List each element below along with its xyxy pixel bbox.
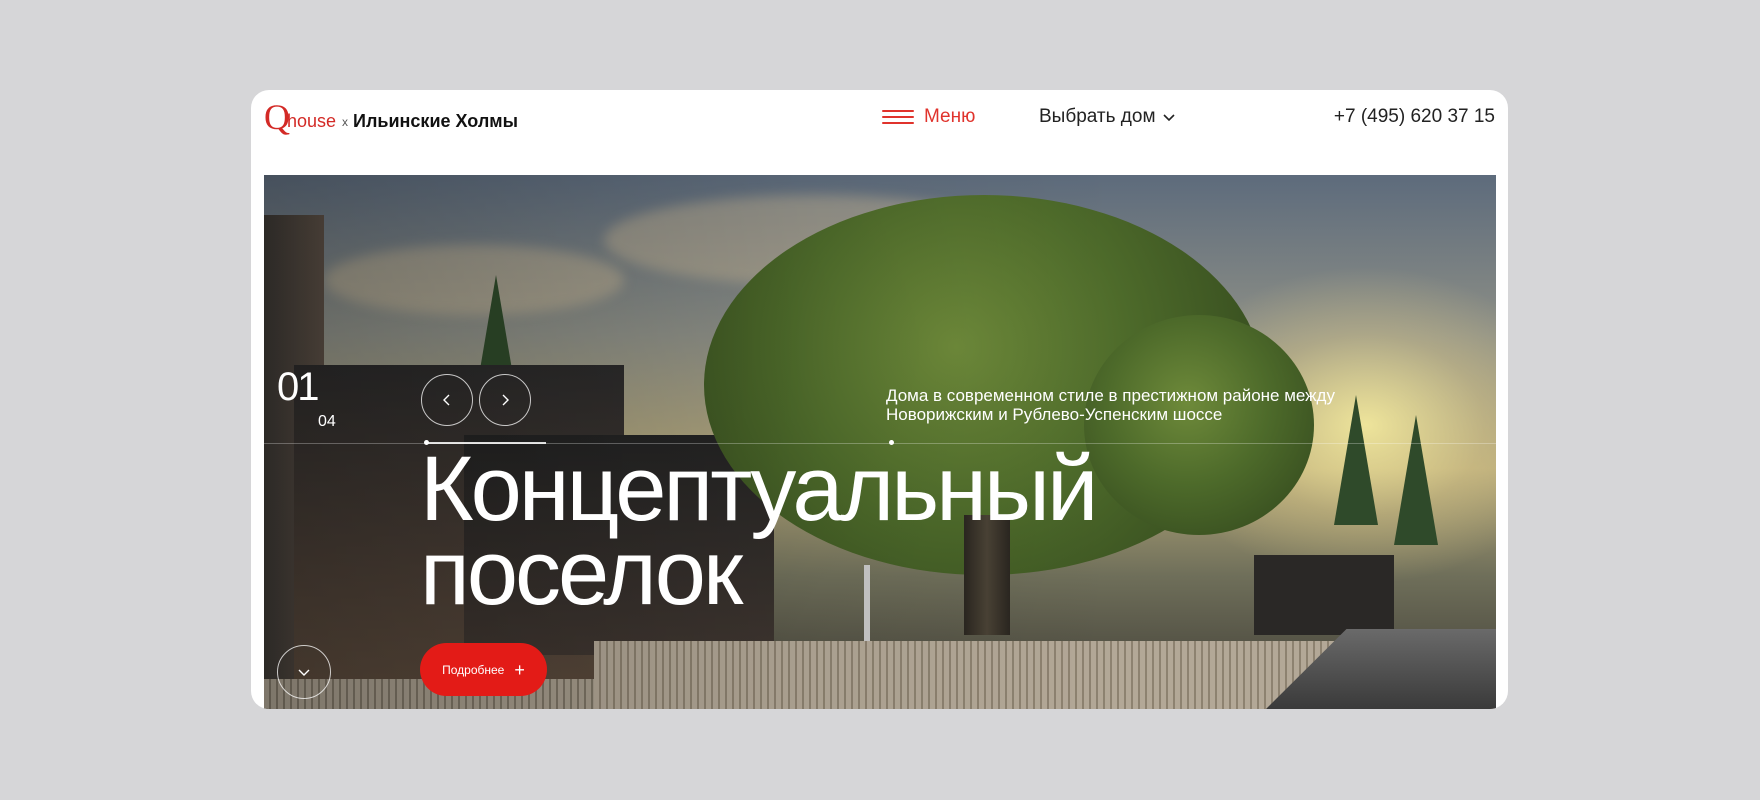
choose-house-dropdown[interactable]: Выбрать дом [1039,106,1176,128]
scroll-down-button[interactable] [277,645,331,699]
more-button[interactable]: Подробнее + [420,643,547,696]
phone-link[interactable]: +7 (495) 620 37 15 [1334,106,1495,128]
logo-place-name: Ильинские Холмы [353,111,518,131]
arrow-right-icon [502,394,509,406]
hero-slider: 01 04 Дома в современном стиле в престиж… [264,175,1496,709]
chevron-down-icon [1162,114,1175,122]
hero-description: Дома в современном стиле в престижном ра… [886,386,1335,424]
next-slide-button[interactable] [479,374,531,426]
menu-label: Меню [924,106,976,127]
scroll-down-icon [298,669,310,676]
menu-button[interactable]: Меню [882,106,975,128]
prev-slide-button[interactable] [421,374,473,426]
choose-house-label: Выбрать дом [1039,106,1156,127]
hero-title-line-1: Концептуальный [420,438,1098,540]
hamburger-icon [882,110,914,124]
site-card: Q house x Ильинские Холмы Меню Выбрать д… [251,90,1508,709]
logo-house-text: house [287,111,337,131]
logo[interactable]: Q house x Ильинские Холмы [264,99,518,135]
plus-icon: + [514,659,525,680]
more-button-label: Подробнее [442,662,505,677]
slide-total-number: 04 [318,413,336,430]
slide-current-number: 01 [277,365,319,409]
arrow-left-icon [443,394,450,406]
logo-separator: x [342,115,349,129]
hero-title-line-2: поселок [420,522,743,624]
hero-title: Концептуальный поселок [420,438,1098,624]
